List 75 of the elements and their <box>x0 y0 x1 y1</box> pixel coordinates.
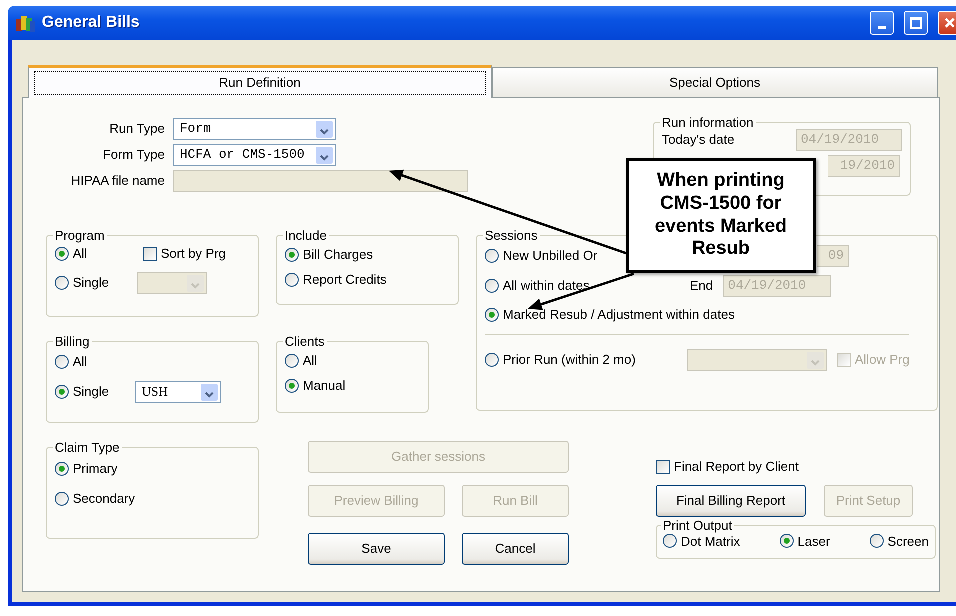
close-icon <box>943 16 956 30</box>
radio-label[interactable]: Screen <box>888 532 929 551</box>
group-title: Billing <box>54 335 91 348</box>
radio-button[interactable] <box>285 272 299 286</box>
field-label: Today's date <box>662 131 735 150</box>
radio-button[interactable] <box>55 276 69 290</box>
field-label: Form Type <box>102 146 166 164</box>
radio-button[interactable] <box>285 354 299 368</box>
radio-label[interactable]: Report Credits <box>303 270 387 290</box>
date-field: 04/19/2010 <box>796 129 902 151</box>
radio-label[interactable]: Laser <box>798 532 830 551</box>
radio-label[interactable]: All <box>73 352 88 372</box>
radio-label[interactable]: Single <box>73 382 110 402</box>
close-button[interactable] <box>938 11 956 35</box>
radio-label[interactable]: Single <box>73 273 110 293</box>
radio-label[interactable]: All within dates <box>503 276 590 296</box>
radio-button[interactable] <box>870 534 884 548</box>
radio-button[interactable] <box>285 378 299 392</box>
radio-button[interactable] <box>55 355 69 369</box>
group-title: Program <box>54 229 106 242</box>
radio-button[interactable] <box>485 308 499 322</box>
date-field: 04/19/2010 <box>723 274 832 296</box>
chevron-icon <box>201 384 218 400</box>
maximize-button[interactable] <box>904 11 928 35</box>
group-title: Print Output <box>662 518 734 532</box>
radio-label[interactable]: Manual <box>303 376 346 396</box>
radio-label[interactable]: Bill Charges <box>303 244 374 264</box>
button[interactable]: Save <box>308 533 445 565</box>
chevron-icon <box>316 146 333 164</box>
radio-button[interactable] <box>55 462 69 476</box>
tab[interactable]: Special Options <box>492 67 938 97</box>
group-title: Include <box>284 229 328 242</box>
minimize-button[interactable] <box>870 11 894 35</box>
radio-button[interactable] <box>485 278 499 292</box>
radio-button[interactable] <box>485 353 499 367</box>
window-title: General Bills <box>42 13 140 33</box>
chevron-icon <box>187 274 204 292</box>
field-label: Run Type <box>108 120 166 138</box>
date-field: 19/2010 <box>828 155 900 177</box>
button[interactable]: Final Billing Report <box>656 484 806 516</box>
dropdown-field[interactable]: USH <box>135 381 221 403</box>
radio-button[interactable] <box>663 534 677 548</box>
group-title: Claim Type <box>54 441 121 454</box>
chevron-icon <box>316 120 333 138</box>
callout: When printing CMS-1500 for events Marked Resub <box>626 158 816 273</box>
radio-button[interactable] <box>285 248 299 262</box>
radio-label[interactable]: Primary <box>73 459 118 479</box>
maximize-icon <box>909 16 923 30</box>
group-title: Clients <box>284 335 326 348</box>
radio-label[interactable]: Secondary <box>73 489 136 509</box>
radio-label[interactable]: New Unbilled Or <box>503 246 598 266</box>
radio-label[interactable]: All <box>303 350 318 370</box>
radio-button[interactable] <box>780 534 794 548</box>
group-title: Run information <box>661 116 755 129</box>
radio-button[interactable] <box>55 385 69 399</box>
field-label: End <box>690 276 714 295</box>
radio-label[interactable]: Marked Resub / Adjustment within dates <box>503 305 735 325</box>
dropdown-field[interactable]: Form <box>173 118 336 140</box>
radio-label[interactable]: Dot Matrix <box>681 532 740 551</box>
radio-button[interactable] <box>55 247 69 261</box>
checkbox[interactable]: Final Report by Client <box>656 457 936 476</box>
radio-label[interactable]: All <box>73 244 88 264</box>
field-label: HIPAA file name <box>70 172 166 190</box>
minimize-icon <box>878 26 886 29</box>
chevron-icon <box>807 352 824 368</box>
radio-label[interactable]: Prior Run (within 2 mo) <box>503 350 636 370</box>
checkbox[interactable]: Sort by Prg <box>143 244 226 264</box>
group-title: Sessions <box>484 229 539 242</box>
radio-button[interactable] <box>55 492 69 506</box>
app-icon <box>16 13 36 33</box>
button[interactable]: Cancel <box>462 533 569 565</box>
radio-button[interactable] <box>485 248 499 262</box>
dropdown-field[interactable]: HCFA or CMS-1500 <box>173 144 336 166</box>
date-field: 09 <box>817 244 849 266</box>
tab[interactable]: Run Definition <box>28 65 492 98</box>
